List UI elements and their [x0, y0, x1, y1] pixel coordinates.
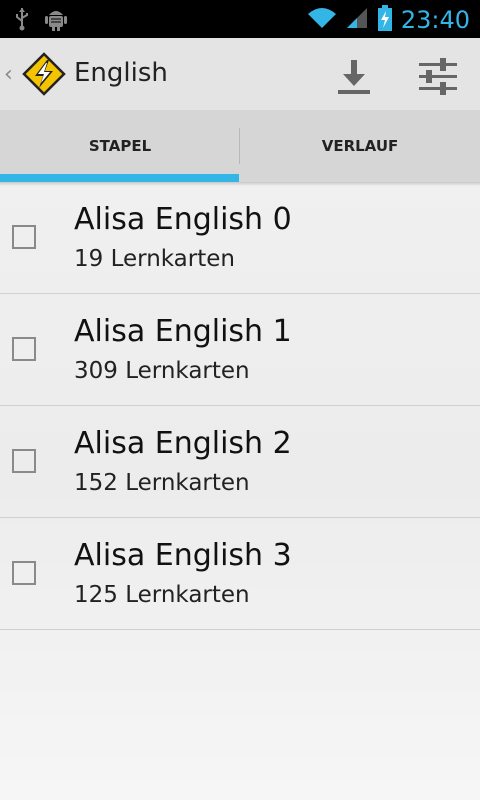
sliders-icon — [414, 58, 462, 104]
tab-label: STAPEL — [88, 137, 152, 155]
tab-verlauf[interactable]: VERLAUF — [240, 110, 480, 182]
battery-charging-icon — [377, 4, 393, 36]
deck-card-count: 309 Lernkarten — [74, 358, 250, 384]
deck-card-count: 152 Lernkarten — [74, 470, 250, 496]
settings-button[interactable] — [414, 52, 462, 100]
deck-title: Alisa English 2 — [74, 426, 292, 461]
lightning-warning-logo[interactable] — [22, 52, 66, 96]
clock: 23:40 — [400, 6, 470, 34]
selected-tab-indicator — [0, 174, 239, 182]
list-item[interactable]: Alisa English 2 152 Lernkarten — [0, 406, 480, 518]
up-caret-icon[interactable]: ‹ — [4, 62, 13, 87]
list-item[interactable]: Alisa English 1 309 Lernkarten — [0, 294, 480, 406]
download-button[interactable] — [330, 52, 378, 100]
list-item[interactable]: Alisa English 3 125 Lernkarten — [0, 518, 480, 630]
deck-title: Alisa English 3 — [74, 538, 292, 573]
deck-card-count: 19 Lernkarten — [74, 246, 235, 272]
status-bar: 23:40 — [0, 0, 480, 38]
android-debug-icon — [44, 6, 68, 36]
deck-checkbox[interactable] — [12, 337, 36, 361]
deck-list: Alisa English 0 19 Lernkarten Alisa Engl… — [0, 182, 480, 630]
deck-title: Alisa English 0 — [74, 202, 292, 237]
list-item[interactable]: Alisa English 0 19 Lernkarten — [0, 182, 480, 294]
tab-stapel[interactable]: STAPEL — [0, 110, 240, 182]
signal-icon — [345, 6, 369, 34]
tab-divider — [239, 128, 240, 164]
deck-checkbox[interactable] — [12, 449, 36, 473]
tab-label: VERLAUF — [321, 137, 399, 155]
tab-bar: STAPEL VERLAUF — [0, 110, 480, 182]
deck-checkbox[interactable] — [12, 225, 36, 249]
deck-title: Alisa English 1 — [74, 314, 292, 349]
wifi-icon — [307, 6, 337, 34]
usb-icon — [14, 7, 30, 35]
download-icon — [330, 60, 378, 104]
page-title: English — [74, 58, 168, 88]
deck-card-count: 125 Lernkarten — [74, 582, 250, 608]
action-bar: ‹ English — [0, 38, 480, 110]
deck-checkbox[interactable] — [12, 561, 36, 585]
